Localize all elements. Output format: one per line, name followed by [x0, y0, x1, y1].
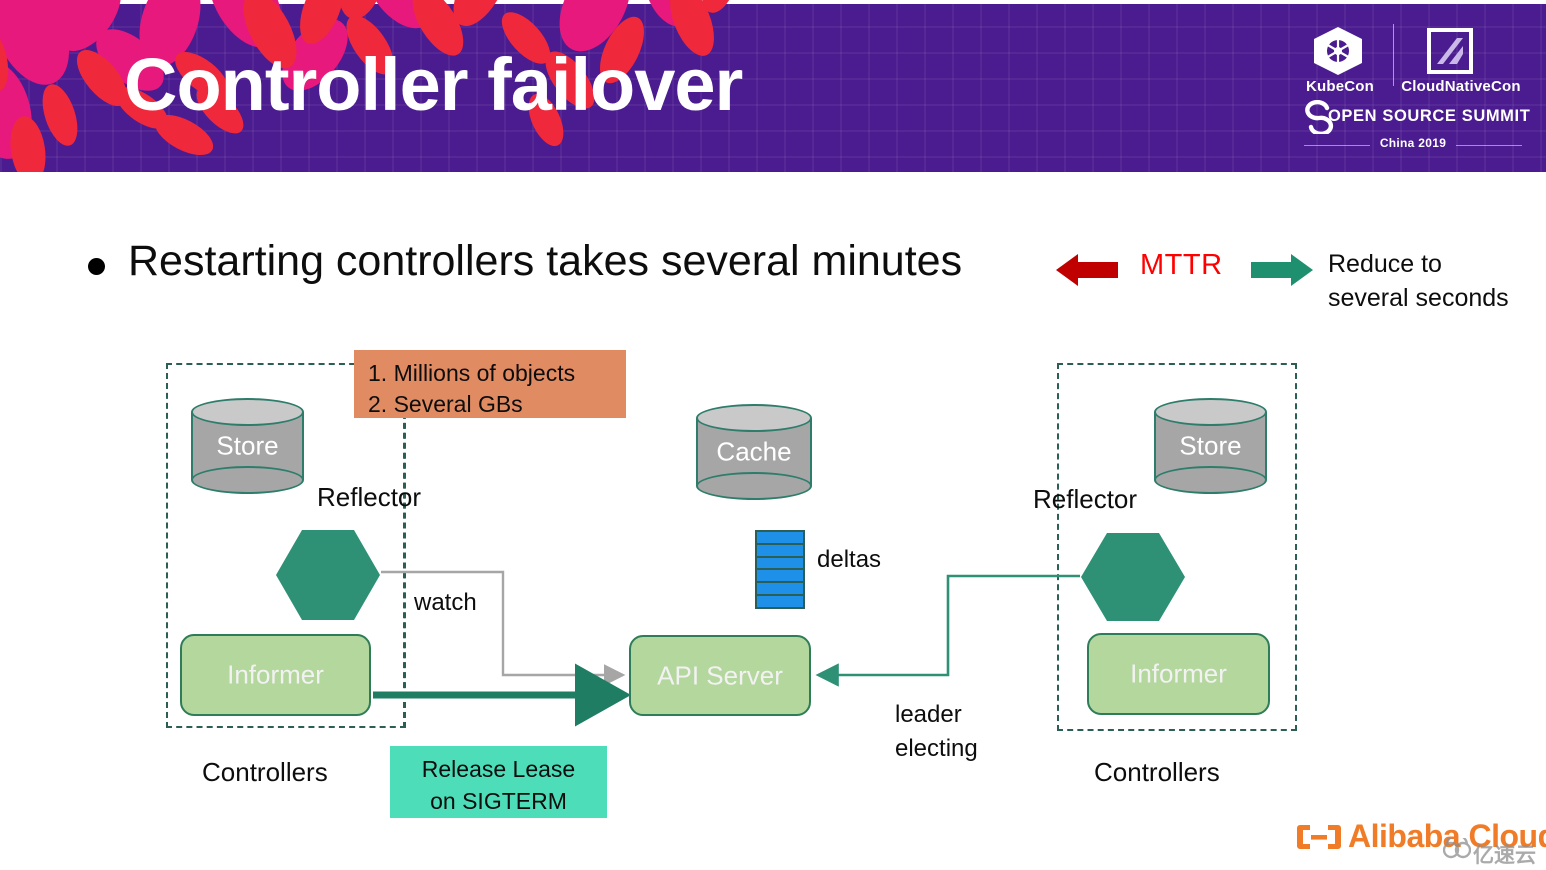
- deltas-label: deltas: [817, 546, 882, 573]
- arrow-left-icon: [1056, 254, 1118, 286]
- open-source-summit-row: OPEN SOURCE SUMMIT: [1302, 100, 1530, 134]
- cylinder-top: [1154, 398, 1267, 426]
- reduce-text: Reduce to several seconds: [1328, 248, 1509, 315]
- delta-segment: [757, 596, 803, 607]
- delta-segment: [757, 532, 803, 545]
- cylinder-bottom: [191, 466, 304, 494]
- mttr-label: MTTR: [1140, 249, 1223, 281]
- objects-callout-line-2: 2. Several GBs: [368, 391, 523, 418]
- conference-logo-top-row: KubeCon CloudNativeCon: [1296, 24, 1524, 102]
- right-store-cylinder: Store: [1154, 398, 1267, 494]
- alibaba-cloud-bracket-icon: [1297, 825, 1341, 849]
- slide-canvas: Controller failover KubeCon CloudNativeC…: [0, 0, 1546, 870]
- delta-segment: [757, 545, 803, 558]
- bullet-marker-icon: [88, 258, 105, 275]
- cloudnativecon-square-icon: [1427, 28, 1473, 74]
- cache-cylinder: Cache: [696, 404, 812, 500]
- reduce-line-1: Reduce to: [1328, 250, 1442, 278]
- release-lease-callout: Release Lease on SIGTERM: [390, 746, 607, 818]
- cylinder-top: [696, 404, 812, 432]
- objects-callout-line-1: 1. Millions of objects: [368, 360, 576, 386]
- release-lease-line-2: on SIGTERM: [430, 788, 567, 815]
- deltas-stack-icon: [755, 530, 805, 609]
- watermark-cloud-icon: [1442, 833, 1472, 859]
- cache-label: Cache: [716, 436, 792, 467]
- delta-segment: [757, 583, 803, 597]
- right-informer-label: Informer: [1130, 658, 1227, 689]
- conference-year-row: China 2019: [1302, 136, 1524, 156]
- right-store-label: Store: [1179, 430, 1242, 461]
- release-lease-line-1: Release Lease: [421, 756, 576, 782]
- left-store-cylinder: Store: [191, 398, 304, 494]
- slide-header-band: Controller failover KubeCon CloudNativeC…: [0, 0, 1546, 172]
- delta-segment: [757, 558, 803, 571]
- left-controllers-label: Controllers: [202, 757, 328, 787]
- kubernetes-helm-wheel-icon: [1314, 27, 1362, 75]
- objects-callout: 1. Millions of objects 2. Several GBs: [354, 350, 626, 418]
- left-informer-label: Informer: [227, 659, 324, 690]
- arrow-right-icon: [1251, 254, 1313, 286]
- watch-label: watch: [414, 589, 477, 616]
- logo-divider: [1393, 24, 1394, 86]
- left-store-label: Store: [216, 430, 279, 461]
- page-title: Controller failover: [124, 43, 743, 126]
- header-top-rule: [0, 0, 1546, 4]
- cloudnativecon-label: CloudNativeCon: [1401, 78, 1521, 95]
- delta-segment: [757, 570, 803, 584]
- cylinder-top: [191, 398, 304, 426]
- bullet-text: Restarting controllers takes several min…: [128, 237, 963, 285]
- api-server-box: API Server: [629, 635, 811, 716]
- leader-electing-line-2: electing: [895, 734, 978, 762]
- right-controllers-label: Controllers: [1094, 757, 1220, 787]
- left-informer-box: Informer: [180, 634, 371, 716]
- cylinder-bottom: [696, 472, 812, 500]
- conference-year-label: China 2019: [1379, 136, 1447, 150]
- conference-logo: KubeCon CloudNativeCon OPEN SOURCE SUMMI…: [1296, 24, 1530, 158]
- site-watermark: 亿速云: [1442, 833, 1543, 867]
- open-source-summit-label: OPEN SOURCE SUMMIT: [1328, 107, 1531, 125]
- cylinder-bottom: [1154, 466, 1267, 494]
- right-informer-box: Informer: [1087, 633, 1270, 715]
- api-server-label: API Server: [657, 660, 783, 690]
- reduce-line-2: several seconds: [1328, 283, 1509, 312]
- leader-electing-line-1: leader: [895, 701, 962, 728]
- watermark-text: 亿速云: [1473, 844, 1536, 867]
- leader-electing-label: leader electing: [895, 698, 1025, 765]
- right-reflector-label: Reflector: [1033, 484, 1138, 514]
- left-reflector-label: Reflector: [317, 482, 422, 512]
- kubecon-label: KubeCon: [1305, 78, 1375, 95]
